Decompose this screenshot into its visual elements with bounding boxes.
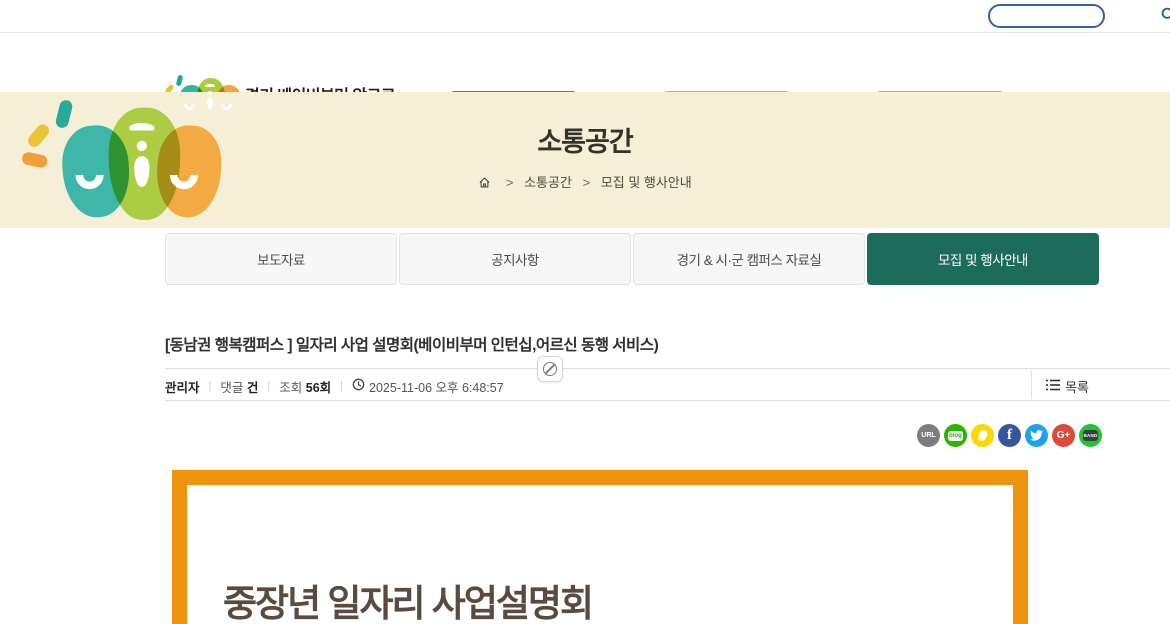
post-datetime: 2025-11-06 오후 6:48:57	[369, 377, 504, 396]
meta-separator: |	[340, 380, 343, 392]
board-tabs: 보도자료 공지사항 경기 & 시·군 캠퍼스 자료실 모집 및 행사안내	[165, 233, 1105, 285]
page-title: 소통공간	[0, 120, 1170, 159]
views-label: 조회	[279, 377, 302, 396]
tab-campus-archive[interactable]: 경기 & 시·군 캠퍼스 자료실	[633, 233, 865, 285]
views-value: 56회	[306, 377, 331, 396]
site-header: 경기 베이비부머 앙코르 Gyeonggi Babyboomer Encore …	[0, 33, 1170, 92]
tab-notice[interactable]: 공지사항	[399, 233, 631, 285]
list-button[interactable]: 목록	[1046, 377, 1089, 396]
divider	[1031, 371, 1032, 399]
search-box[interactable]	[988, 4, 1105, 28]
tab-recruit-events[interactable]: 모집 및 행사안내	[867, 233, 1099, 285]
band-plate: BAND	[1083, 430, 1098, 441]
breadcrumb-communication[interactable]: 소통공간	[524, 175, 572, 190]
list-button-label: 목록	[1065, 377, 1089, 396]
divider	[165, 400, 1170, 401]
meta-separator: |	[209, 380, 212, 392]
divider	[165, 368, 1170, 369]
post-author: 관리자	[165, 377, 200, 396]
share-band-icon[interactable]: BAND	[1079, 424, 1102, 447]
share-googleplus-icon[interactable]: G+	[1052, 424, 1075, 447]
share-twitter-icon[interactable]	[1025, 424, 1048, 447]
top-utility-bar	[0, 0, 1170, 33]
breadcrumb-separator: >	[506, 175, 514, 190]
no-entry-icon	[543, 362, 557, 376]
search-button[interactable]	[1161, 6, 1170, 26]
poster-heading: 중장년 일자리 사업설명회	[223, 573, 592, 624]
share-naver-blog-icon[interactable]: blog	[944, 424, 967, 447]
post-title: [동남권 행복캠퍼스 ] 일자리 사업 설명회(베이비부머 인턴십,어르신 동행…	[165, 333, 1045, 355]
share-url-button[interactable]: URL	[917, 424, 940, 447]
post-attachment-poster[interactable]: 중장년 일자리 사업설명회	[172, 470, 1028, 624]
breadcrumb: > 소통공간 > 모집 및 행사안내	[0, 172, 1170, 191]
tab-press-release[interactable]: 보도자료	[165, 233, 397, 285]
page: 경기 베이비부머 앙코르 Gyeonggi Babyboomer Encore …	[0, 0, 1170, 624]
breadcrumb-recruit-events[interactable]: 모집 및 행사안내	[601, 175, 692, 190]
kakao-comma-icon	[977, 429, 987, 441]
breadcrumb-separator: >	[583, 175, 591, 190]
list-icon	[1046, 379, 1060, 394]
clock-icon	[352, 378, 369, 394]
share-facebook-icon[interactable]: f	[998, 424, 1021, 447]
post-meta: 관리자 | 댓글 건 | 조회 56회 | 2025-11-06 오후 6:48…	[165, 376, 504, 396]
meta-separator: |	[267, 380, 270, 392]
page-banner: 소통공간 > 소통공간 > 모집 및 행사안내	[0, 92, 1170, 228]
search-input[interactable]	[990, 9, 1161, 23]
share-buttons: URL blog f G+ BAND	[917, 424, 1102, 447]
comments-label: 댓글	[220, 377, 243, 396]
comments-value: 건	[247, 377, 259, 396]
share-kakaostory-icon[interactable]	[971, 424, 994, 447]
blog-bubble: blog	[948, 431, 963, 441]
blocked-cursor-badge	[537, 356, 563, 382]
home-icon[interactable]	[478, 175, 495, 190]
search-icon	[1161, 7, 1170, 25]
